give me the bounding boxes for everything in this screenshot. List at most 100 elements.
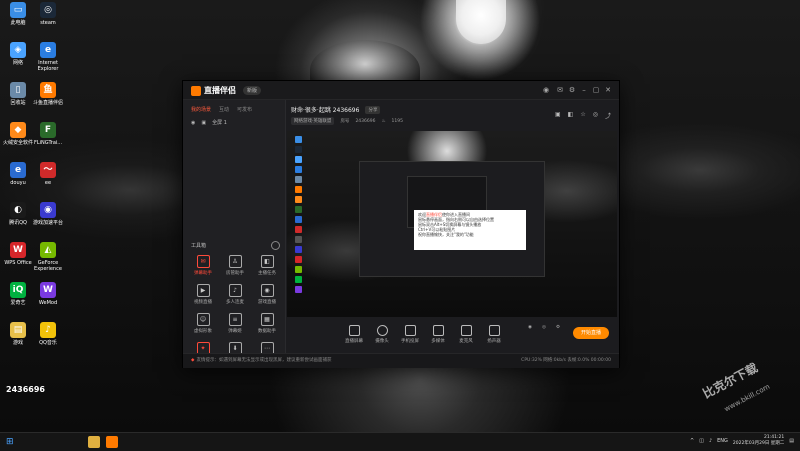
- speaker-button[interactable]: 扬声器: [483, 325, 505, 344]
- app-name: 直播伴侣: [204, 86, 236, 95]
- desktop-icon-label: WPS Office: [4, 260, 32, 266]
- clock-date: 2022年03月29日 星期二: [732, 441, 785, 446]
- desktop-icon-label: Internet Explorer: [37, 60, 59, 72]
- minimize-icon[interactable]: –: [579, 85, 589, 95]
- tab-my-scenes[interactable]: 我的场景: [191, 106, 211, 113]
- windows-start-icon[interactable]: ⊞: [6, 437, 16, 447]
- eye-icon[interactable]: ◉: [191, 120, 195, 126]
- toolbox-item-label: 数据助手: [258, 329, 276, 334]
- tab-interact[interactable]: 互动: [219, 106, 229, 113]
- desktop-icon[interactable]: ◎ steam: [32, 2, 64, 26]
- toolbox-item[interactable]: ✉ 弹幕助手: [187, 255, 219, 276]
- desktop-icon[interactable]: ▭ 此电脑: [2, 2, 34, 26]
- sidebar-tabs: 我的场景 互动 可发布: [183, 100, 285, 117]
- desktop-icon[interactable]: ◈ 网络: [2, 42, 34, 66]
- bag-icon[interactable]: ◧: [568, 111, 574, 120]
- file-explorer-icon[interactable]: [88, 436, 100, 448]
- desktop-icon[interactable]: ◉ 游戏加速平台: [32, 202, 64, 226]
- desktop-icon[interactable]: ▯ 回收站: [2, 82, 34, 106]
- lock-icon[interactable]: ▣: [201, 120, 206, 126]
- desktop-icon-label: WeMod: [38, 300, 58, 306]
- network-icon[interactable]: ◫: [699, 438, 704, 444]
- app-icon: W: [40, 282, 56, 298]
- toolbox-item[interactable]: ▶ 视频直播: [187, 284, 219, 305]
- toolbox-settings-icon[interactable]: [271, 241, 280, 250]
- maximize-icon[interactable]: ▢: [591, 85, 601, 95]
- share-icon[interactable]: ⤴: [605, 111, 611, 120]
- desktop-icon[interactable]: ◐ 腾讯QQ: [2, 202, 34, 226]
- star-icon[interactable]: ☆: [580, 111, 585, 120]
- monitor-icon: [348, 325, 360, 336]
- desktop-icon-label: 爱奇艺: [10, 300, 26, 306]
- desktop-icon-label: 网络: [12, 60, 23, 66]
- app-icon: W: [10, 242, 26, 258]
- app-icon: ◎: [40, 2, 56, 18]
- message-icon[interactable]: ✉: [555, 85, 565, 95]
- app-logo: 直播伴侣 新版: [191, 85, 262, 96]
- desktop-icon[interactable]: F FLiNGTrai...: [32, 122, 64, 146]
- clock[interactable]: 21:41:21 2022年03月29日 星期二: [733, 435, 784, 447]
- camera-icon[interactable]: ◎: [593, 111, 598, 120]
- live-companion-taskbar-icon[interactable]: [106, 436, 118, 448]
- desktop-icon[interactable]: e douyu: [2, 162, 34, 186]
- microphone-button[interactable]: 麦克风: [455, 325, 477, 344]
- volume-icon[interactable]: ♪: [709, 438, 712, 444]
- desktop-icon[interactable]: W WPS Office: [2, 242, 34, 266]
- desktop-icon[interactable]: 〜 ee: [32, 162, 64, 186]
- desktop-icon-label: 腾讯QQ: [9, 220, 27, 226]
- tool-icon: ▦: [260, 313, 274, 326]
- desktop-icon[interactable]: 鱼斗鱼直播伴侣: [32, 82, 64, 106]
- tool-icon: ♙: [228, 255, 242, 268]
- toolbox-item-label: 主播任务: [258, 271, 276, 276]
- avatar[interactable]: ◉: [541, 85, 551, 95]
- room-header: 财命·很多·起跳 2436696 分享: [291, 105, 381, 114]
- camera-button[interactable]: 摄像头: [371, 325, 393, 344]
- up-arrow-icon[interactable]: ^: [690, 438, 694, 444]
- header-actions: ▣ ◧ ☆ ◎ ⤴: [555, 111, 611, 120]
- toolbox-item[interactable]: ◧ 主播任务: [251, 255, 283, 276]
- share-button[interactable]: 分享: [365, 105, 381, 114]
- toolbox-heading: 工具箱: [191, 243, 207, 249]
- desktop-icon[interactable]: ♪ QQ音乐: [32, 322, 64, 346]
- category-tag[interactable]: 网络游戏·英雄联盟: [291, 117, 335, 125]
- desktop-icon[interactable]: W WeMod: [32, 282, 64, 306]
- scene-item[interactable]: ◉ ▣ 全屏 1: [183, 117, 285, 128]
- toolbox-item[interactable]: ♪ 多人连麦: [219, 284, 251, 305]
- screen-capture-button[interactable]: 直播屏幕: [343, 325, 365, 344]
- notification-icon[interactable]: ▤: [789, 438, 794, 444]
- desktop-icon[interactable]: ▤ 游戏: [2, 322, 34, 346]
- welcome-tip: 欢迎直播伴侣使你进入直播间 鼠标悬停画面，指向右侧可以自由选择位置 鼠标双击Al…: [414, 210, 526, 250]
- app-icon: iQ: [10, 282, 26, 298]
- status-bar: ◆ 友情提示：如遇到屏幕无法显示或出现黑屏，建议重新尝试画面捕获 CPU:32% …: [183, 353, 619, 368]
- desktop-icon[interactable]: ◭ GeForce Experience: [32, 242, 64, 272]
- capture-toolbar: 直播屏幕 摄像头 手机投屏 多媒体 麦克风 扬声器 ◉ ◎ ⚙ 开始直播: [287, 319, 617, 353]
- tab-publish[interactable]: 可发布: [237, 106, 252, 113]
- toolbox-item-label: 弹幕助手: [194, 271, 212, 276]
- tool-icon: ▶: [196, 284, 210, 297]
- desktop-icon-label: 斗鱼直播伴侣: [32, 100, 63, 106]
- desktop-icon-label: steam: [40, 20, 56, 26]
- desktop-icon[interactable]: e Internet Explorer: [32, 42, 64, 72]
- toolbox-item[interactable]: ☺ 虚拟形象: [187, 313, 219, 334]
- toolbox-item-label: 游戏直播: [258, 300, 276, 305]
- app-icon: F: [40, 122, 56, 138]
- version-badge[interactable]: 新版: [243, 86, 262, 95]
- start-live-button[interactable]: 开始直播: [573, 327, 609, 339]
- toolbox-item-label: 多人连麦: [226, 300, 244, 305]
- gift-icon[interactable]: ▣: [555, 111, 561, 120]
- gear-icon[interactable]: ⚙: [547, 325, 569, 330]
- tool-icon: ♪: [228, 284, 242, 297]
- toolbox-item[interactable]: ◉ 游戏直播: [251, 284, 283, 305]
- settings-icon[interactable]: ⚙: [567, 85, 577, 95]
- phone-cast-button[interactable]: 手机投屏: [399, 325, 421, 344]
- preview-desktop-icons: [289, 133, 307, 296]
- toolbox-item[interactable]: ▦ 数据助手: [251, 313, 283, 334]
- close-icon[interactable]: ✕: [603, 85, 613, 95]
- toolbox-item[interactable]: ≡ 弹幕姬: [219, 313, 251, 334]
- desktop-icon[interactable]: ◆ 火绒安全软件: [2, 122, 34, 146]
- app-icon: ◈: [10, 42, 26, 58]
- media-button[interactable]: 多媒体: [427, 325, 449, 344]
- desktop-icon[interactable]: iQ 爱奇艺: [2, 282, 34, 306]
- language-indicator[interactable]: ENG: [717, 438, 728, 444]
- toolbox-item[interactable]: ♙ 房管助手: [219, 255, 251, 276]
